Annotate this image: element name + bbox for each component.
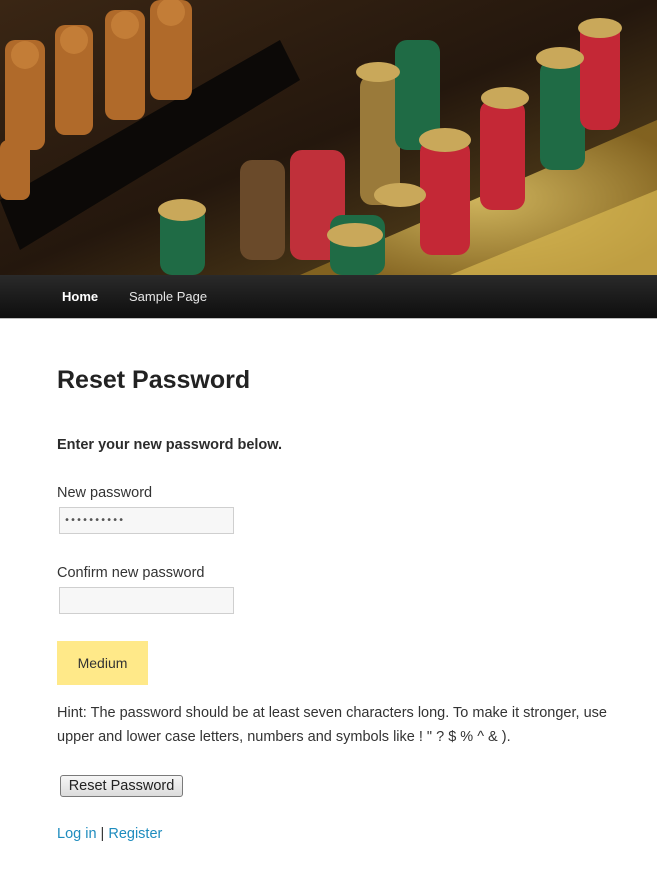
nav-item-home[interactable]: Home xyxy=(62,275,98,318)
new-password-label: New password xyxy=(57,485,153,501)
link-separator: | xyxy=(96,826,109,842)
intro-text: Enter your new password below. xyxy=(57,437,283,453)
login-link[interactable]: Log in xyxy=(57,826,97,842)
main-navigation: Home Sample Page xyxy=(0,275,657,319)
page-title: Reset Password xyxy=(57,366,251,394)
chess-board-photo xyxy=(0,0,657,275)
password-strength-indicator: Medium xyxy=(57,641,148,685)
reset-password-button[interactable]: Reset Password xyxy=(60,775,183,797)
new-password-input[interactable] xyxy=(59,507,234,534)
password-hint: Hint: The password should be at least se… xyxy=(57,705,607,745)
nav-item-sample-page[interactable]: Sample Page xyxy=(129,275,207,318)
footer-links: Log in | Register xyxy=(57,826,162,842)
confirm-password-label: Confirm new password xyxy=(57,565,205,581)
register-link[interactable]: Register xyxy=(108,826,162,842)
header-image xyxy=(0,0,657,275)
confirm-password-input[interactable] xyxy=(59,587,234,614)
